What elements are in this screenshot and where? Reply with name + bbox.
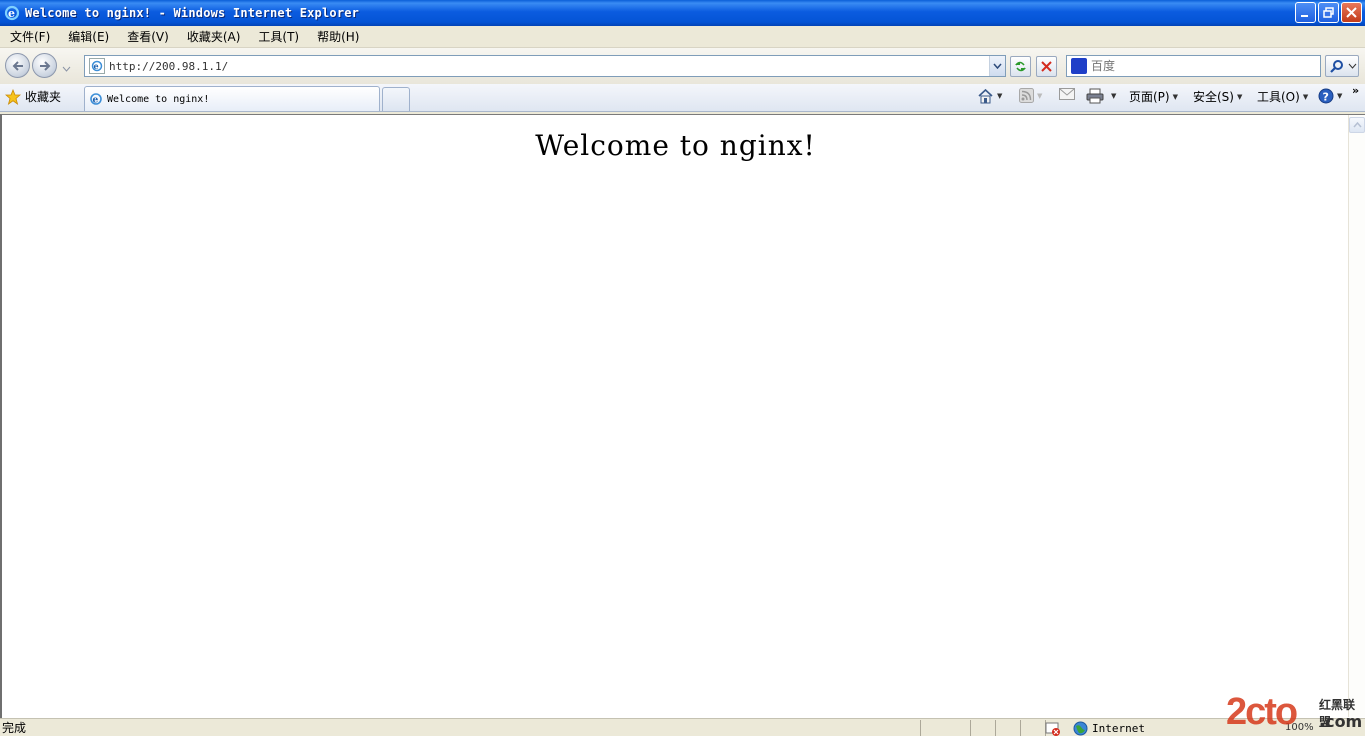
back-icon (12, 60, 23, 71)
chevron-down-icon: ▼ (1337, 92, 1343, 100)
refresh-button[interactable] (1010, 56, 1031, 77)
menu-favorites[interactable]: 收藏夹(A) (177, 28, 249, 45)
menu-edit[interactable]: 编辑(E) (58, 28, 117, 45)
svg-text:?: ? (1323, 91, 1329, 104)
search-button[interactable] (1325, 55, 1359, 77)
chevron-down-icon: ▼ (1236, 92, 1243, 101)
page-menu-label: 页面(P) (1129, 90, 1170, 104)
feeds-button[interactable]: ▼ (1019, 88, 1042, 103)
popup-blocked-icon (1045, 722, 1060, 736)
chevron-down-icon (62, 66, 71, 72)
minimize-icon (1301, 15, 1308, 17)
tools-menu-label: 工具(O) (1257, 90, 1300, 104)
safety-menu-label: 安全(S) (1193, 90, 1234, 104)
chevron-up-icon (1352, 122, 1362, 128)
menu-view[interactable]: 查看(V) (117, 28, 177, 45)
menu-bar: 文件(F) 编辑(E) 查看(V) 收藏夹(A) 工具(T) 帮助(H) (0, 26, 1365, 48)
back-button[interactable] (5, 53, 30, 78)
safety-menu-button[interactable]: 安全(S) ▼ (1193, 88, 1242, 105)
refresh-icon (1015, 61, 1026, 72)
mail-icon (1059, 88, 1075, 100)
home-icon (978, 88, 993, 104)
page-menu-button[interactable]: 页面(P) ▼ (1129, 88, 1178, 105)
stop-button[interactable] (1036, 56, 1057, 77)
page-heading: Welcome to nginx! (535, 129, 816, 162)
globe-icon (1073, 721, 1088, 736)
ie-logo-icon: e (4, 5, 20, 21)
address-bar[interactable]: e (84, 55, 1006, 77)
zone-label: Internet (1092, 722, 1145, 735)
page-viewport: Welcome to nginx! (0, 114, 1365, 718)
tools-menu-button[interactable]: 工具(O) ▼ (1257, 88, 1308, 105)
window-title: Welcome to nginx! - Windows Internet Exp… (25, 6, 360, 20)
search-input[interactable] (1091, 59, 1320, 73)
window-controls (1295, 2, 1362, 23)
svg-text:e: e (94, 61, 99, 71)
favorites-button[interactable]: 收藏夹 (5, 88, 61, 105)
page-icon: e (89, 58, 105, 74)
menu-file[interactable]: 文件(F) (0, 28, 58, 45)
ie-logo-icon: e (90, 93, 102, 106)
svg-text:e: e (8, 7, 15, 20)
restore-button[interactable] (1318, 2, 1339, 23)
status-cell (1020, 719, 1045, 736)
feeds-icon (1019, 88, 1034, 103)
status-bar: 完成 Internet 100% (0, 718, 1365, 736)
chevron-down-icon: ▼ (997, 92, 1003, 100)
tab-active[interactable]: e Welcome to nginx! (84, 86, 380, 111)
svg-text:e: e (93, 96, 99, 106)
watermark-brand: 2cto (1226, 691, 1298, 733)
favorites-star-icon (5, 88, 21, 105)
scroll-up-button[interactable] (1349, 117, 1365, 133)
print-icon (1086, 88, 1104, 104)
watermark-suffix: .com (1319, 712, 1363, 731)
chevron-down-icon: ▼ (1302, 92, 1309, 101)
new-tab-button[interactable] (382, 87, 410, 111)
help-button[interactable]: ? ▼ (1318, 88, 1342, 104)
history-dropdown[interactable] (62, 61, 71, 75)
minimize-button[interactable] (1295, 2, 1316, 23)
status-cell (995, 719, 1020, 736)
site-watermark: 2cto 红黑联盟 .com (1226, 690, 1364, 736)
favorites-label: 收藏夹 (25, 90, 62, 104)
status-text: 完成 (2, 721, 27, 735)
chevron-down-icon: ▼ (1037, 91, 1043, 100)
home-button[interactable]: ▼ (977, 88, 1002, 104)
close-button[interactable] (1341, 2, 1362, 23)
status-cell (920, 719, 970, 736)
tab-bar: 收藏夹 e Welcome to nginx! ▼ ▼ ▼ 页面(P) ▼ 安全… (0, 84, 1365, 112)
menu-help[interactable]: 帮助(H) (307, 28, 367, 45)
status-cell (970, 719, 995, 736)
security-zone[interactable]: Internet (1045, 721, 1145, 736)
tab-title: Welcome to nginx! (107, 93, 210, 105)
navigation-bar: e (0, 48, 1365, 84)
baidu-engine-icon (1071, 58, 1087, 74)
forward-icon (39, 60, 50, 71)
address-dropdown[interactable] (989, 56, 1005, 76)
address-input[interactable] (109, 57, 989, 75)
chevron-down-icon: ▼ (1111, 92, 1117, 100)
help-icon: ? (1318, 88, 1334, 104)
stop-icon (1041, 61, 1052, 72)
vertical-scrollbar[interactable] (1348, 115, 1365, 717)
search-box[interactable] (1066, 55, 1321, 77)
search-icon (1330, 60, 1343, 73)
print-button[interactable]: ▼ (1086, 88, 1116, 104)
mail-button[interactable] (1059, 88, 1075, 100)
chevron-down-icon: ▼ (1172, 92, 1178, 101)
chevron-down-icon (1348, 63, 1357, 69)
restore-icon (1323, 7, 1334, 18)
close-icon (1346, 7, 1357, 18)
forward-button[interactable] (32, 53, 57, 78)
toolbar-overflow-icon[interactable]: » (1352, 84, 1359, 97)
menu-tools[interactable]: 工具(T) (248, 28, 307, 45)
title-bar: e Welcome to nginx! - Windows Internet E… (0, 0, 1365, 26)
chevron-down-icon (993, 63, 1002, 69)
